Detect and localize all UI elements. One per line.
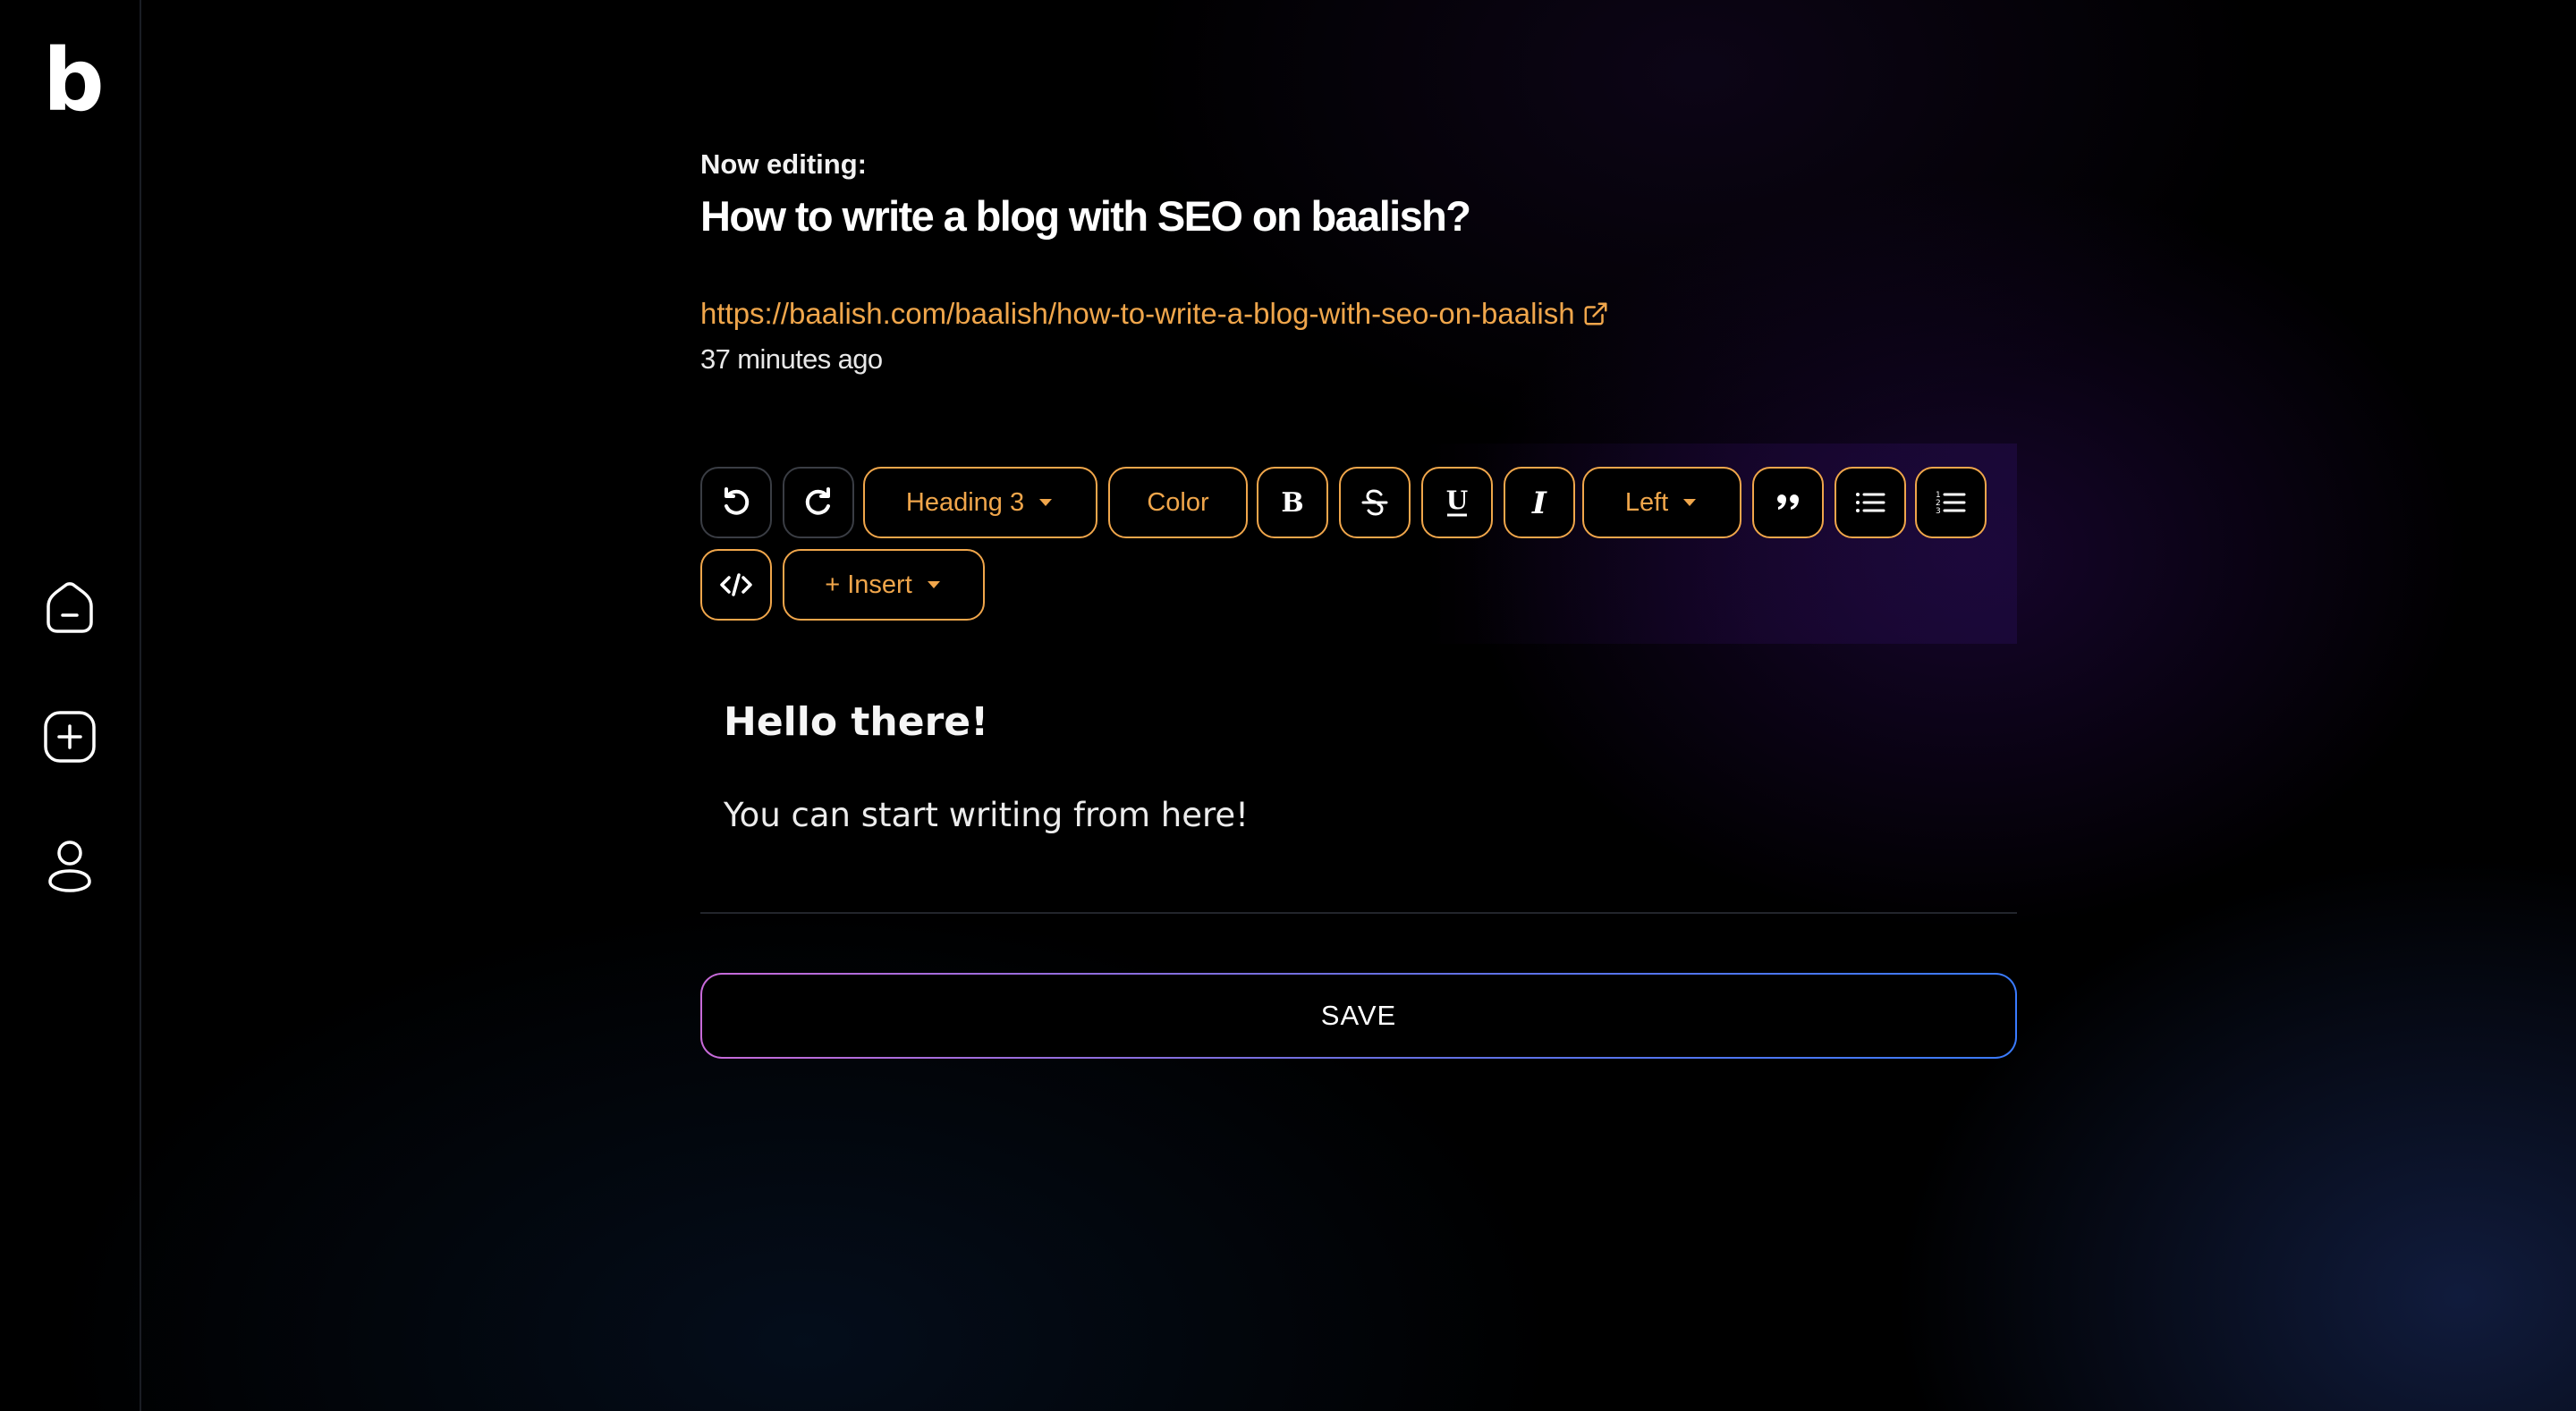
color-button[interactable]: Color: [1108, 467, 1248, 538]
svg-text:3: 3: [1936, 507, 1941, 516]
quote-icon: [1777, 494, 1799, 510]
post-url-text: https://baalish.com/baalish/how-to-write…: [700, 297, 1575, 330]
save-button[interactable]: SAVE: [700, 973, 2017, 1059]
insert-menu-button[interactable]: + Insert: [783, 549, 985, 621]
bullet-list-button[interactable]: [1835, 467, 1906, 538]
rich-text-editor[interactable]: Hello there! You can start writing from …: [700, 671, 2017, 914]
svg-text:B: B: [1281, 487, 1303, 519]
home-icon: [47, 582, 93, 633]
underline-button[interactable]: U: [1421, 467, 1493, 538]
color-button-label: Color: [1147, 487, 1209, 517]
redo-icon: [805, 487, 830, 515]
user-icon: [48, 841, 91, 892]
sidebar-item-profile[interactable]: [41, 837, 98, 894]
editor-toolbar: Heading 3 Color B U I Left 1 2 3 + Inser…: [700, 444, 2017, 644]
editor-paragraph[interactable]: You can start writing from here!: [724, 796, 1249, 834]
heading-select-value: Heading 3: [905, 487, 1025, 517]
chevron-down-icon: [925, 576, 943, 594]
ordered-list-button[interactable]: 1 2 3: [1915, 467, 1987, 538]
italic-icon: I: [1531, 486, 1547, 520]
strikethrough-button[interactable]: [1339, 467, 1411, 538]
now-editing-label: Now editing:: [700, 148, 867, 180]
sidebar-item-new-post[interactable]: [41, 708, 98, 765]
strikethrough-icon: [1361, 489, 1388, 516]
page-title: How to write a blog with SEO on baalish?: [700, 192, 1471, 240]
align-select[interactable]: Left: [1582, 467, 1741, 538]
save-button-label: SAVE: [702, 975, 2015, 1057]
chevron-down-icon: [1037, 494, 1055, 511]
underline-icon: U: [1446, 486, 1468, 517]
sidebar-item-home[interactable]: [41, 579, 98, 637]
bold-icon: B: [1281, 487, 1303, 519]
ordered-list-icon: 1 2 3: [1936, 491, 1966, 516]
chevron-down-icon: [1681, 494, 1699, 511]
redo-button[interactable]: [783, 467, 854, 538]
last-edited-timestamp: 37 minutes ago: [700, 343, 883, 375]
heading-select[interactable]: Heading 3: [863, 467, 1097, 538]
plus-square-icon: [44, 711, 96, 763]
bold-button[interactable]: B: [1257, 467, 1328, 538]
align-select-value: Left: [1624, 487, 1669, 517]
svg-text:I: I: [1531, 486, 1547, 520]
italic-button[interactable]: I: [1504, 467, 1575, 538]
bullet-list-icon: [1856, 493, 1885, 512]
external-link-icon: [1584, 302, 1607, 325]
brand-logo[interactable]: b: [43, 36, 105, 125]
code-button[interactable]: [700, 549, 772, 621]
app-root: b Now editing: How to write a blog with …: [0, 0, 2576, 1411]
post-url-link[interactable]: https://baalish.com/baalish/how-to-write…: [700, 297, 1609, 331]
editor-heading[interactable]: Hello there!: [724, 699, 988, 745]
code-icon: [720, 573, 752, 596]
insert-menu-label: + Insert: [825, 570, 912, 599]
sidebar: b: [0, 0, 141, 1411]
blockquote-button[interactable]: [1752, 467, 1824, 538]
svg-text:U: U: [1446, 486, 1468, 515]
undo-icon: [724, 487, 750, 515]
undo-button[interactable]: [700, 467, 772, 538]
